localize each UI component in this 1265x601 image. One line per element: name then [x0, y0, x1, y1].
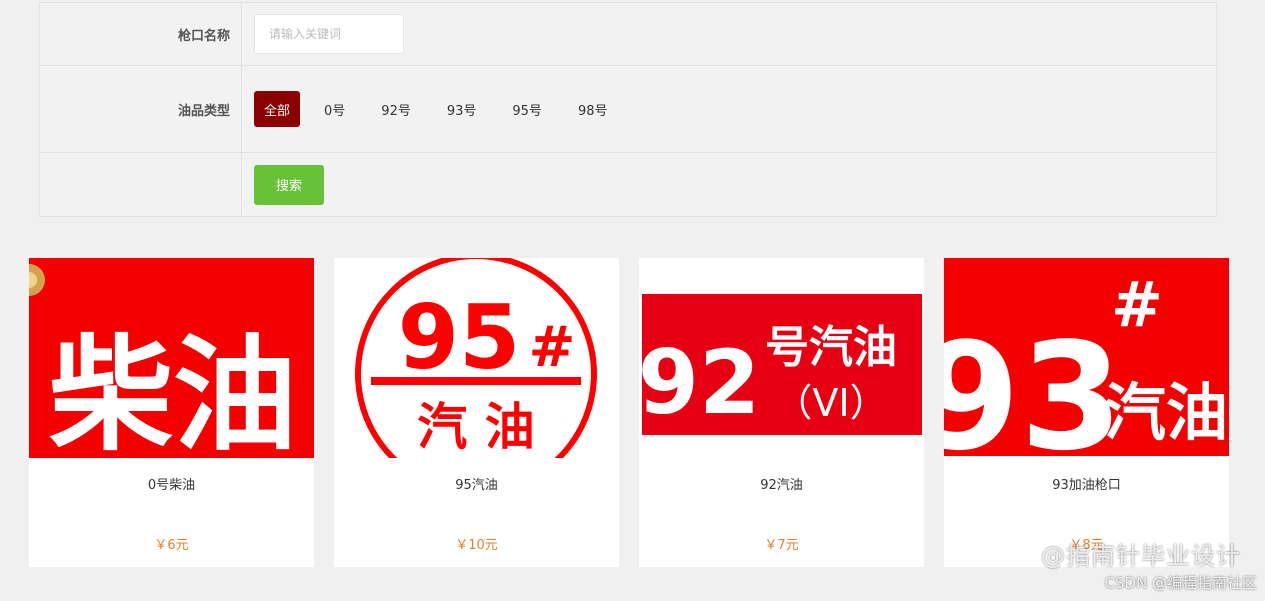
type-option-98[interactable]: 98号	[568, 91, 618, 127]
type-label: 油品类型	[40, 66, 242, 152]
filter-row-action: 搜索	[40, 153, 1216, 216]
svg-text:号汽油: 号汽油	[765, 322, 897, 373]
product-list: 柴油 0号柴油 ￥6元 95 # 汽 油 95汽油 ￥10元 92 号汽油 （V…	[29, 258, 1229, 567]
name-label: 枪口名称	[40, 3, 242, 65]
type-option-95[interactable]: 95号	[502, 91, 552, 127]
image-text-diesel: 柴油	[49, 324, 297, 458]
svg-text:（VI）: （VI）	[774, 381, 887, 425]
product-price: ￥6元	[154, 538, 189, 553]
type-option-92[interactable]: 92号	[371, 91, 421, 127]
product-card[interactable]: 93 # 汽油 93加油枪口 ￥8元	[944, 258, 1229, 567]
product-price: ￥10元	[455, 538, 498, 553]
product-image-diesel[interactable]: 柴油	[29, 258, 314, 458]
product-card[interactable]: 92 号汽油 （VI） 92汽油 ￥7元	[639, 258, 924, 567]
product-card[interactable]: 柴油 0号柴油 ￥6元	[29, 258, 314, 567]
type-options: 全部 0号 92号 93号 95号 98号	[242, 66, 1216, 152]
svg-text:#: #	[1111, 268, 1163, 341]
watermark-csdn: CSDN @编程指南社区	[1104, 574, 1257, 592]
svg-text:95: 95	[398, 286, 520, 389]
product-name[interactable]: 93加油枪口	[944, 474, 1229, 493]
type-option-all[interactable]: 全部	[254, 91, 301, 127]
type-option-0[interactable]: 0号	[314, 91, 355, 127]
filter-row-type: 油品类型 全部 0号 92号 93号 95号 98号	[40, 66, 1216, 153]
svg-text:汽 油: 汽 油	[417, 398, 534, 456]
svg-text:#: #	[529, 315, 576, 380]
product-image-95[interactable]: 95 # 汽 油	[334, 258, 619, 458]
type-option-93[interactable]: 93号	[437, 91, 487, 127]
product-card[interactable]: 95 # 汽 油 95汽油 ￥10元	[334, 258, 619, 567]
product-name[interactable]: 92汽油	[639, 474, 924, 493]
name-search-input[interactable]	[254, 14, 404, 54]
svg-text:汽油: 汽油	[1104, 376, 1228, 449]
product-image-93[interactable]: 93 # 汽油	[944, 258, 1229, 458]
filter-panel: 枪口名称 油品类型 全部 0号 92号 93号 95号 98号 搜索	[39, 2, 1217, 217]
svg-text:93: 93	[944, 311, 1123, 458]
product-name[interactable]: 95汽油	[334, 474, 619, 493]
watermark: @指南针毕业设计	[1041, 542, 1241, 570]
product-name[interactable]: 0号柴油	[29, 474, 314, 493]
product-image-92[interactable]: 92 号汽油 （VI）	[639, 258, 924, 458]
product-price: ￥7元	[764, 538, 799, 553]
filter-row-name: 枪口名称	[40, 3, 1216, 66]
search-button[interactable]: 搜索	[254, 164, 324, 205]
svg-text:92: 92	[639, 331, 760, 434]
